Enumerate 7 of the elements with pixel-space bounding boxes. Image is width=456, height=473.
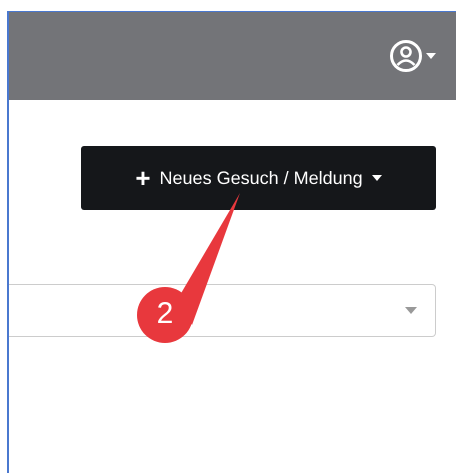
user-menu-button[interactable] [389,39,436,73]
user-avatar-icon [389,39,423,73]
new-request-button[interactable]: + Neues Gesuch / Meldung [81,146,436,210]
dropdown-caret-icon [405,307,417,314]
caret-icon [426,53,436,59]
callout-number: 2 [156,297,174,331]
caret-icon [372,175,382,181]
